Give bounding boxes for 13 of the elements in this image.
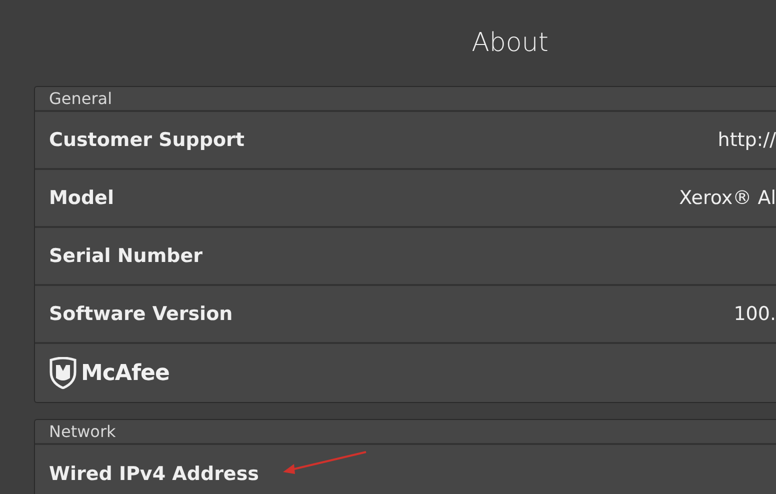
page-title: About (472, 26, 548, 60)
brand-logo-text: McAfee (81, 360, 170, 388)
row-label: Model (49, 186, 114, 211)
row-label: Customer Support (49, 128, 245, 153)
row-value: Xerox® Al (679, 186, 776, 211)
row-label: Serial Number (49, 244, 202, 269)
shield-icon (49, 357, 77, 389)
row-label: Software Version (49, 302, 233, 327)
row-value: 100. (734, 302, 776, 327)
section-header: Network (49, 420, 116, 442)
row-value: http:// (718, 128, 776, 153)
section-header: General (49, 88, 112, 110)
row-label: Wired IPv4 Address (49, 462, 259, 487)
